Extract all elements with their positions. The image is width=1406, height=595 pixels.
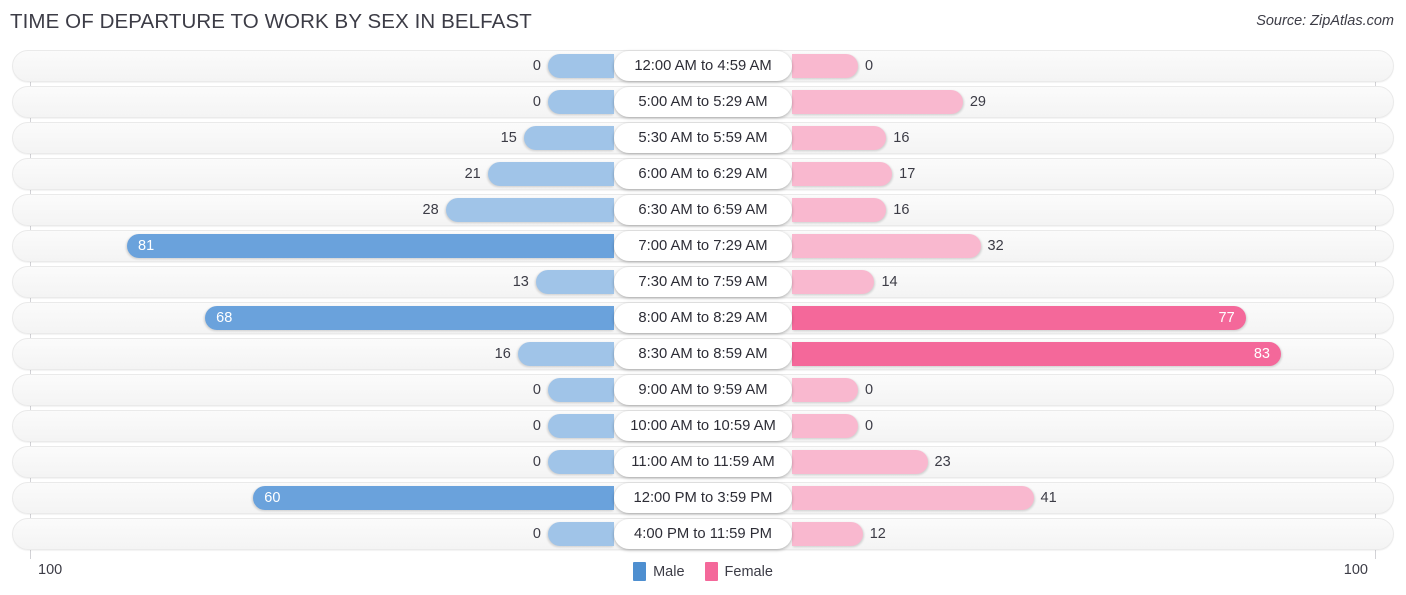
legend-item-male[interactable]: Male xyxy=(633,562,685,581)
chart-row: 60 41 12:00 PM to 3:59 PM xyxy=(0,482,1406,514)
bar-female[interactable]: 41 xyxy=(792,486,1057,510)
page-title: TIME OF DEPARTURE TO WORK BY SEX IN BELF… xyxy=(10,10,532,33)
bar-female[interactable]: 0 xyxy=(792,414,873,438)
category-label: 8:30 AM to 8:59 AM xyxy=(614,339,792,369)
bar-male[interactable]: 0 xyxy=(533,414,614,438)
bar-male[interactable]: 60 xyxy=(253,486,614,510)
bar-value-female: 12 xyxy=(869,526,886,542)
category-label: 5:30 AM to 5:59 AM xyxy=(614,123,792,153)
bar-value-female: 32 xyxy=(987,238,1004,254)
bar-value-male: 0 xyxy=(532,418,541,434)
category-label: 9:00 AM to 9:59 AM xyxy=(614,375,792,405)
bar-value-male: 68 xyxy=(216,310,233,326)
bar-male[interactable]: 15 xyxy=(501,126,614,150)
category-label: 6:00 AM to 6:29 AM xyxy=(614,159,792,189)
bar-female[interactable]: 0 xyxy=(792,378,873,402)
category-label: 4:00 PM to 11:59 PM xyxy=(614,519,792,549)
bar-male[interactable]: 68 xyxy=(205,306,614,330)
bar-male[interactable]: 0 xyxy=(533,54,614,78)
bar-female[interactable]: 0 xyxy=(792,54,873,78)
bar-female[interactable]: 83 xyxy=(792,342,1281,366)
bar-male[interactable]: 0 xyxy=(533,450,614,474)
chart-legend: Male Female xyxy=(0,562,1406,581)
bar-female[interactable]: 12 xyxy=(792,522,886,546)
category-label: 12:00 AM to 4:59 AM xyxy=(614,51,792,81)
bar-value-female: 0 xyxy=(865,418,874,434)
bar-male[interactable]: 0 xyxy=(533,522,614,546)
bar-value-female: 29 xyxy=(969,94,986,110)
chart-plot-area: 0 0 12:00 AM to 4:59 AM 0 29 5:00 AM to 5:29 … xyxy=(0,46,1406,559)
chart-row: 68 77 8:00 AM to 8:29 AM xyxy=(0,302,1406,334)
bar-male[interactable]: 21 xyxy=(465,162,614,186)
chart-row: 16 83 8:30 AM to 8:59 AM xyxy=(0,338,1406,370)
chart-row: 81 32 7:00 AM to 7:29 AM xyxy=(0,230,1406,262)
chart-row: 0 0 9:00 AM to 9:59 AM xyxy=(0,374,1406,406)
bar-value-male: 0 xyxy=(532,94,541,110)
bar-male[interactable]: 0 xyxy=(533,90,614,114)
chart-row: 0 23 11:00 AM to 11:59 AM xyxy=(0,446,1406,478)
bar-value-female: 16 xyxy=(893,130,910,146)
bar-female[interactable]: 17 xyxy=(792,162,915,186)
bar-female[interactable]: 16 xyxy=(792,126,909,150)
bar-male[interactable]: 16 xyxy=(495,342,614,366)
bar-value-female: 17 xyxy=(899,166,916,182)
bar-male[interactable]: 13 xyxy=(513,270,614,294)
source-attribution: Source: ZipAtlas.com xyxy=(1256,13,1394,29)
bar-male[interactable]: 0 xyxy=(533,378,614,402)
category-label: 12:00 PM to 3:59 PM xyxy=(614,483,792,513)
bar-value-male: 81 xyxy=(138,238,155,254)
bar-value-female: 23 xyxy=(934,454,951,470)
chart-row: 15 16 5:30 AM to 5:59 AM xyxy=(0,122,1406,154)
chart-row: 0 0 10:00 AM to 10:59 AM xyxy=(0,410,1406,442)
category-label: 7:00 AM to 7:29 AM xyxy=(614,231,792,261)
bar-female[interactable]: 23 xyxy=(792,450,951,474)
bar-female[interactable]: 29 xyxy=(792,90,986,114)
category-label: 7:30 AM to 7:59 AM xyxy=(614,267,792,297)
chart-row: 0 29 5:00 AM to 5:29 AM xyxy=(0,86,1406,118)
category-label: 10:00 AM to 10:59 AM xyxy=(614,411,792,441)
bar-value-female: 41 xyxy=(1040,490,1057,506)
legend-label-male: Male xyxy=(653,563,685,580)
legend-item-female[interactable]: Female xyxy=(704,562,773,581)
bar-value-male: 13 xyxy=(512,274,529,290)
bar-female[interactable]: 16 xyxy=(792,198,909,222)
bar-value-female: 83 xyxy=(1253,346,1270,362)
bar-value-male: 15 xyxy=(500,130,517,146)
legend-swatch-male-icon xyxy=(633,562,647,581)
category-label: 6:30 AM to 6:59 AM xyxy=(614,195,792,225)
category-label: 5:00 AM to 5:29 AM xyxy=(614,87,792,117)
chart-row: 28 16 6:30 AM to 6:59 AM xyxy=(0,194,1406,226)
bar-female[interactable]: 32 xyxy=(792,234,1004,258)
bar-value-female: 0 xyxy=(865,382,874,398)
category-label: 8:00 AM to 8:29 AM xyxy=(614,303,792,333)
bar-value-male: 21 xyxy=(464,166,481,182)
bar-value-male: 0 xyxy=(532,58,541,74)
bar-value-female: 14 xyxy=(881,274,898,290)
chart-row: 0 0 12:00 AM to 4:59 AM xyxy=(0,50,1406,82)
bar-value-male: 0 xyxy=(532,454,541,470)
bar-male[interactable]: 81 xyxy=(127,234,614,258)
bar-value-female: 0 xyxy=(865,58,874,74)
bar-value-male: 28 xyxy=(422,202,439,218)
legend-swatch-female-icon xyxy=(704,562,718,581)
chart-footer: 100 100 Male Female xyxy=(0,556,1406,595)
bar-value-male: 0 xyxy=(532,382,541,398)
chart-row: 13 14 7:30 AM to 7:59 AM xyxy=(0,266,1406,298)
chart-row: 0 12 4:00 PM to 11:59 PM xyxy=(0,518,1406,550)
bar-value-male: 0 xyxy=(532,526,541,542)
bar-value-female: 16 xyxy=(893,202,910,218)
bar-female[interactable]: 14 xyxy=(792,270,898,294)
category-label: 11:00 AM to 11:59 AM xyxy=(614,447,792,477)
bar-value-female: 77 xyxy=(1218,310,1235,326)
bar-female[interactable]: 77 xyxy=(792,306,1246,330)
legend-label-female: Female xyxy=(724,563,773,580)
bar-rows-container: 0 0 12:00 AM to 4:59 AM 0 29 5:00 AM to 5:29 … xyxy=(0,50,1406,554)
bar-male[interactable]: 28 xyxy=(423,198,614,222)
bar-value-male: 60 xyxy=(264,490,281,506)
chart-header: TIME OF DEPARTURE TO WORK BY SEX IN BELF… xyxy=(0,0,1406,46)
chart-row: 21 17 6:00 AM to 6:29 AM xyxy=(0,158,1406,190)
bar-value-male: 16 xyxy=(494,346,511,362)
